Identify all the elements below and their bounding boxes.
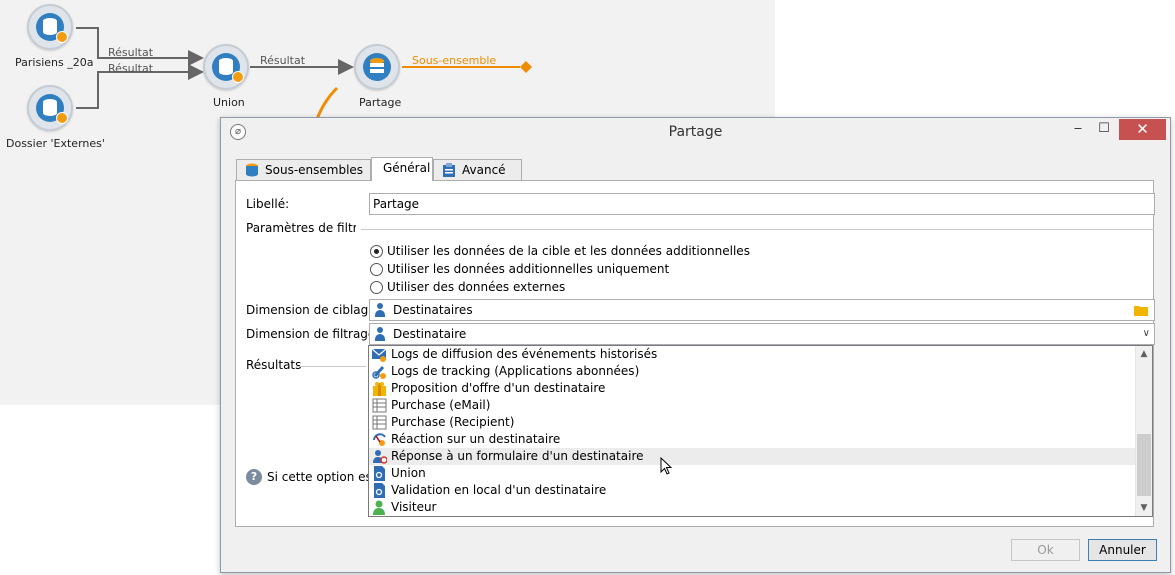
help-text: Si cette option est c (267, 470, 369, 484)
status-dot (56, 112, 68, 124)
chevron-down-icon[interactable]: ∨ (1143, 324, 1150, 344)
dropdown-item-label: Logs de tracking (Applications abonnées) (391, 364, 640, 378)
dropdown-item[interactable]: Réaction sur un destinataire (369, 431, 1136, 448)
wire-label: Résultat (108, 46, 154, 59)
filtering-dimension-select[interactable]: Destinataire ∨ (369, 323, 1155, 345)
dropdown-item[interactable]: Purchase (eMail) (369, 397, 1136, 414)
scroll-up-icon[interactable]: ▲ (1136, 346, 1152, 362)
dropdown-item[interactable]: Visiteur (369, 499, 1136, 516)
close-button[interactable]: ✕ (1119, 119, 1166, 140)
maximize-button[interactable]: ☐ (1091, 119, 1117, 140)
tab-label: Général (383, 161, 431, 175)
libelle-label: Libellé: (246, 197, 290, 211)
node-union[interactable] (203, 44, 249, 90)
dropdown-scrollbar[interactable]: ▲ ▼ (1135, 346, 1152, 516)
targeting-dimension-value: Destinataires (393, 303, 473, 317)
table-icon (372, 398, 387, 413)
tab-label: Sous-ensembles (265, 163, 364, 177)
recipient-icon (373, 327, 387, 341)
radio-additional-only[interactable]: Utiliser les données additionnelles uniq… (370, 262, 669, 276)
dropdown-item-label: Purchase (eMail) (391, 398, 491, 412)
dropdown-item[interactable]: Proposition d'offre d'un destinataire (369, 380, 1136, 397)
dropdown-item-label: Réponse à un formulaire d'un destinatair… (391, 449, 644, 463)
radio-button[interactable] (370, 244, 383, 258)
radio-target-and-additional[interactable]: Utiliser les données de la cible et les … (370, 244, 750, 258)
reaction-icon (373, 433, 386, 446)
tracking-icon (372, 366, 386, 379)
table-icon (372, 415, 387, 430)
document-icon (374, 483, 385, 498)
targeting-dimension-label: Dimension de ciblage: (246, 303, 380, 317)
dropdown-item-label: Visiteur (391, 500, 437, 514)
divider (361, 229, 1154, 230)
dropdown-item-hovered[interactable]: Réponse à un formulaire d'un destinatair… (369, 448, 1136, 465)
radio-label: Utiliser les données de la cible et les … (387, 244, 750, 258)
folder-icon[interactable] (1134, 304, 1148, 316)
dropdown-item-label: Validation en local d'un destinataire (391, 483, 607, 497)
filtering-dimension-dropdown[interactable]: Logs de diffusion des événements histori… (368, 345, 1153, 517)
tab-label: Avancé (462, 163, 506, 177)
node-dossier-externes[interactable] (27, 85, 73, 131)
node-label: Parisiens _20a (15, 56, 94, 69)
dropdown-item-label: Proposition d'offre d'un destinataire (391, 381, 606, 395)
divider (296, 366, 366, 367)
clipboard-icon (443, 163, 455, 177)
scroll-thumb[interactable] (1137, 434, 1151, 496)
node-partage[interactable] (354, 44, 400, 90)
dialog-title: Partage (668, 124, 723, 140)
node-label: Dossier 'Externes' (6, 137, 105, 150)
minimize-button[interactable]: ‒ (1065, 119, 1091, 140)
tab-general[interactable]: Général (371, 157, 433, 181)
recipient-icon (373, 303, 387, 317)
node-label: Union (213, 96, 245, 109)
status-dot (232, 71, 244, 83)
dropdown-item-label: Union (391, 466, 426, 480)
subset-label[interactable]: Sous-ensemble (412, 54, 496, 67)
filtering-dimension-label: Dimension de filtrage: (246, 327, 380, 341)
wire-label: Résultat (108, 62, 154, 75)
dropdown-item[interactable]: Validation en local d'un destinataire (369, 482, 1136, 499)
node-parisiens[interactable] (27, 4, 73, 50)
document-icon (374, 466, 385, 481)
split-icon (363, 53, 391, 81)
radio-button[interactable] (370, 262, 383, 276)
filtering-dimension-value: Destinataire (393, 327, 467, 341)
dropdown-item[interactable]: Purchase (Recipient) (369, 414, 1136, 431)
cancel-button[interactable]: Annuler (1088, 539, 1157, 561)
visitor-icon (373, 500, 385, 515)
mouse-cursor-icon (660, 457, 673, 475)
dropdown-item-label: Réaction sur un destinataire (391, 432, 561, 446)
dropdown-item-label: Purchase (Recipient) (391, 415, 515, 429)
radio-button[interactable] (370, 280, 383, 294)
partage-dialog: ⌀ Partage ‒ ☐ ✕ Sous-ensembles Général A… (220, 117, 1171, 573)
dropdown-item[interactable]: Logs de tracking (Applications abonnées) (369, 363, 1136, 380)
radio-label: Utiliser les données additionnelles uniq… (387, 262, 670, 276)
database-icon (246, 163, 258, 177)
dropdown-item[interactable]: Union (369, 465, 1136, 482)
scroll-down-icon[interactable]: ▼ (1136, 500, 1152, 516)
help-icon: ? (246, 469, 262, 485)
tab-sous-ensembles[interactable]: Sous-ensembles (236, 159, 371, 181)
dropdown-item-label: Logs de diffusion des événements histori… (391, 347, 658, 361)
radio-label: Utiliser des données externes (387, 280, 566, 294)
mail-log-icon (372, 348, 387, 362)
node-label: Partage (359, 96, 402, 109)
filter-params-label: Paramètres de filtrage (246, 221, 356, 235)
form-response-icon (373, 450, 387, 464)
gift-icon (373, 382, 386, 396)
libelle-input[interactable]: Partage (369, 193, 1155, 215)
ok-button[interactable]: Ok (1011, 539, 1080, 561)
results-label: Résultats (246, 358, 302, 372)
subset-end-diamond (520, 61, 532, 73)
wire-label: Résultat (260, 54, 306, 67)
radio-external-data[interactable]: Utiliser des données externes (370, 280, 565, 294)
tab-avance[interactable]: Avancé (433, 159, 522, 181)
dialog-titlebar[interactable]: ⌀ Partage ‒ ☐ ✕ (221, 118, 1170, 146)
targeting-dimension-field[interactable]: Destinataires (369, 299, 1155, 321)
status-dot (56, 31, 68, 43)
wire-externes-union (76, 64, 204, 109)
dropdown-item[interactable]: Logs de diffusion des événements histori… (369, 346, 1136, 363)
